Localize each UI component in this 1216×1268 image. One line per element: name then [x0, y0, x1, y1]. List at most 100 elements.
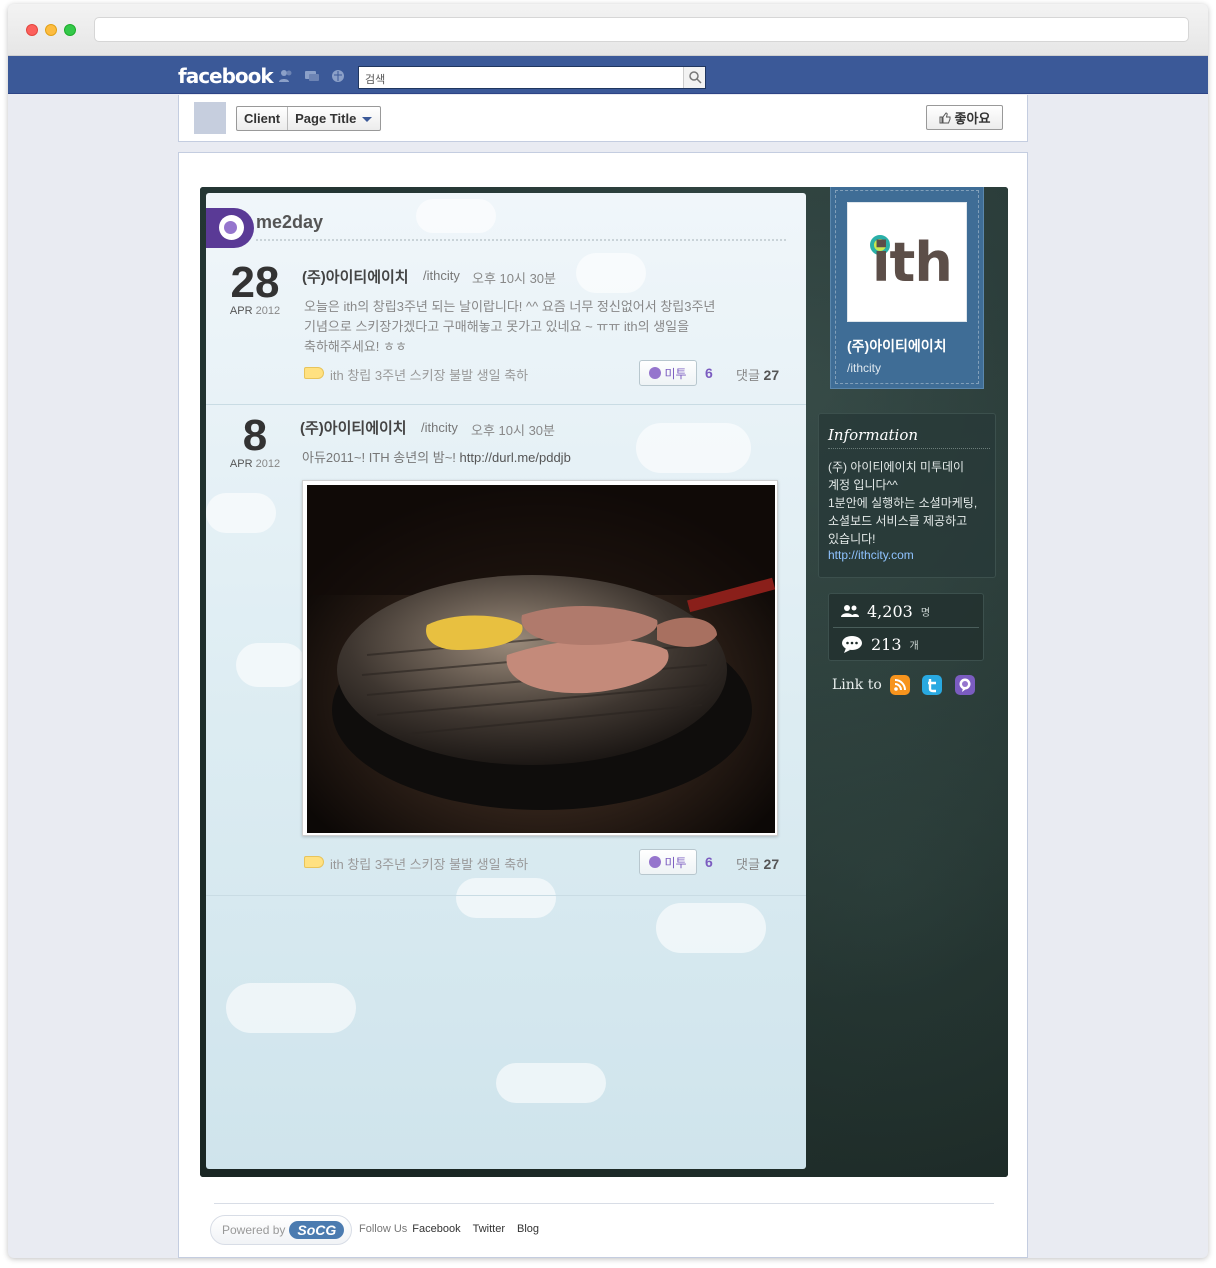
tag-icon — [304, 856, 324, 868]
post-day: 8 — [242, 411, 268, 460]
cloud-decoration — [226, 983, 356, 1033]
metoo-icon — [649, 367, 662, 379]
tag-icon — [304, 367, 324, 379]
messages-icon[interactable] — [304, 69, 320, 83]
footer-twitter-link[interactable]: Twitter — [473, 1223, 505, 1235]
follow-us-label: Follow Us — [359, 1223, 408, 1235]
rss-icon[interactable] — [890, 675, 910, 695]
feed-title: me2day — [256, 212, 324, 232]
twitter-glyph — [928, 679, 936, 693]
information-box: Information (주) 아이티에이치 미투데이 계정 입니다^^ 1분안… — [818, 413, 996, 578]
page-thumbnail[interactable] — [194, 102, 226, 134]
facebook-top-bar: facebook 검색 — [8, 56, 1208, 94]
powered-by-label: Powered by — [222, 1223, 286, 1237]
metoo-icon — [649, 856, 662, 868]
maximize-window-button[interactable] — [64, 24, 76, 36]
post-handle[interactable]: /ithcity — [423, 268, 460, 283]
facebook-search-input[interactable]: 검색 — [358, 66, 706, 89]
post-tags[interactable]: ith 창립 3주년 스키장 불발 생일 축하 — [330, 365, 528, 384]
title-divider — [256, 239, 786, 241]
me2day-badge — [206, 208, 254, 248]
people-icon — [841, 605, 859, 617]
profile-handle[interactable]: /ithcity — [847, 361, 881, 375]
posts-stat: 213 개 — [841, 629, 919, 659]
profile-card: ith (주)아이티에이치 /ithcity — [830, 187, 984, 389]
me2day-widget: me2day 28 APR 2012 (주)아이티에이치 /ithcity 오후… — [200, 187, 1008, 1177]
post-time: 오후 10시 30분 — [471, 423, 555, 438]
metoo-button[interactable]: 미투 — [639, 849, 697, 875]
page-header: Client Page Title 좋아요 — [178, 95, 1028, 142]
post-body-text: 아듀2011~! ITH 송년의 밤~! — [302, 450, 460, 465]
friends-icon[interactable] — [278, 69, 294, 83]
facebook-logo[interactable]: facebook — [178, 64, 274, 88]
metoo-label: 미투 — [664, 855, 687, 870]
post-body-link[interactable]: http://durl.me/pddjb — [460, 450, 571, 465]
post-photo[interactable] — [302, 480, 778, 836]
footer-facebook-link[interactable]: Facebook — [412, 1223, 460, 1235]
information-link[interactable]: http://ithcity.com — [828, 548, 914, 562]
cloud-decoration — [416, 199, 496, 233]
like-button[interactable]: 좋아요 — [926, 105, 1003, 130]
post-month: APR — [229, 458, 253, 470]
chevron-down-icon — [362, 117, 373, 122]
footer-blog-link[interactable]: Blog — [517, 1223, 539, 1235]
posts-count: 213 — [871, 634, 902, 654]
post-author[interactable]: (주)아이티에이치 — [302, 266, 409, 287]
profile-name[interactable]: (주)아이티에이치 — [847, 336, 946, 356]
post-day: 28 — [230, 258, 280, 307]
browser-window: facebook 검색 Client Page Title 좋아요 me2day… — [8, 4, 1208, 1258]
post-date-month-year: APR 2012 — [215, 458, 295, 470]
cloud-decoration — [496, 1063, 606, 1103]
reply-count[interactable]: 댓글 27 — [736, 854, 779, 873]
metoo-button[interactable]: 미투 — [639, 360, 697, 386]
reply-count[interactable]: 댓글 27 — [736, 365, 779, 384]
search-icon — [689, 71, 702, 84]
reply-label: 댓글 — [736, 368, 760, 383]
post-author[interactable]: (주)아이티에이치 — [300, 417, 407, 438]
post-body-line: 축하해주세요! ㅎㅎ — [304, 339, 407, 354]
post-time: 오후 10시 30분 — [472, 271, 556, 286]
search-button[interactable] — [683, 67, 705, 88]
me2day-icon[interactable] — [955, 675, 975, 695]
minimize-window-button[interactable] — [45, 24, 57, 36]
powered-by-badge[interactable]: Powered by SoCG — [210, 1215, 352, 1245]
breadcrumb: Client Page Title — [236, 106, 382, 131]
close-window-button[interactable] — [26, 24, 38, 36]
thumbs-up-icon — [939, 111, 951, 123]
breadcrumb-client[interactable]: Client — [237, 107, 287, 130]
breadcrumb-page-title-dropdown[interactable]: Page Title — [287, 107, 380, 130]
post-year: 2012 — [255, 305, 281, 317]
link-to-label: Link to — [832, 677, 882, 693]
post-year: 2012 — [255, 458, 281, 470]
metoo-count[interactable]: 6 — [705, 854, 713, 870]
feed-post: 8 APR 2012 (주)아이티에이치 /ithcity 오후 10시 30분… — [206, 406, 806, 896]
metoo-count[interactable]: 6 — [705, 365, 713, 381]
stats-divider — [833, 627, 979, 628]
me2day-logo-icon — [219, 215, 244, 240]
post-tags[interactable]: ith 창립 3주년 스키장 불발 생일 축하 — [330, 854, 528, 873]
search-placeholder: 검색 — [365, 74, 386, 86]
browser-chrome — [8, 4, 1208, 56]
reply-number: 27 — [763, 856, 780, 872]
twitter-icon[interactable] — [922, 675, 942, 695]
breadcrumb-page-title: Page Title — [295, 111, 357, 126]
information-divider — [828, 448, 990, 449]
post-handle[interactable]: /ithcity — [421, 420, 458, 435]
speech-bubble-icon — [842, 636, 862, 653]
notifications-icon[interactable] — [330, 69, 346, 83]
information-line: 1분안에 실행하는 소셜마케팅, — [828, 496, 978, 510]
information-line: (주) 아이티에이치 미투데이 — [828, 460, 965, 474]
stats-box: 4,203 명 213 개 — [828, 593, 984, 661]
reply-number: 27 — [763, 367, 780, 383]
information-title: Information — [828, 426, 919, 444]
feed-panel: me2day 28 APR 2012 (주)아이티에이치 /ithcity 오후… — [206, 193, 806, 1169]
tab-content-frame: me2day 28 APR 2012 (주)아이티에이치 /ithcity 오후… — [178, 152, 1028, 1258]
information-text: (주) 아이티에이치 미투데이 계정 입니다^^ 1분안에 실행하는 소셜마케팅… — [828, 458, 992, 548]
feed-post: 28 APR 2012 (주)아이티에이치 /ithcity 오후 10시 30… — [206, 253, 806, 405]
followers-count: 4,203 — [867, 601, 913, 621]
profile-logo[interactable]: ith — [847, 202, 967, 322]
post-body: 오늘은 ith의 창립3주년 되는 날이랍니다! ^^ 요즘 너무 정신없어서 … — [304, 297, 784, 357]
address-bar[interactable] — [94, 17, 1189, 42]
cloud-decoration — [656, 903, 766, 953]
post-month: APR — [229, 305, 253, 317]
